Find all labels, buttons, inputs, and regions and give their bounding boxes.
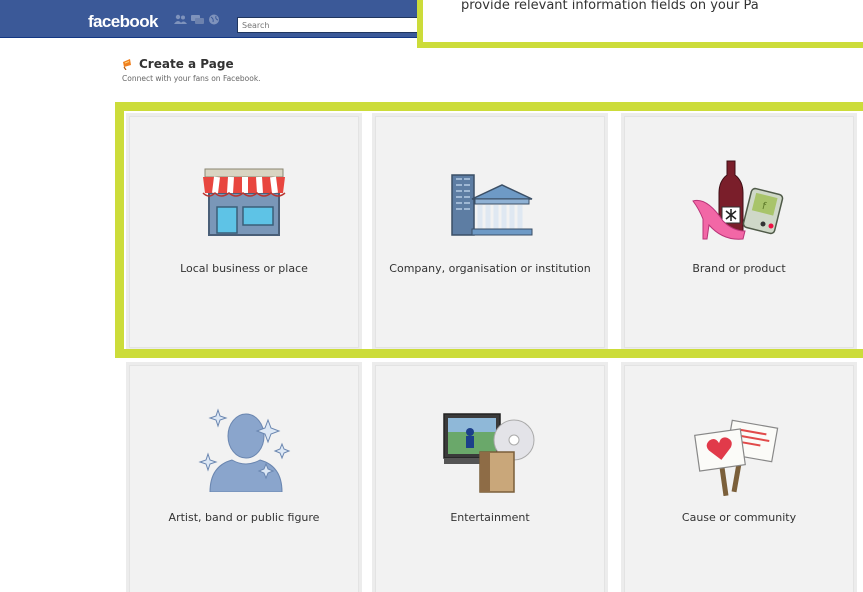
messages-icon[interactable] bbox=[191, 14, 204, 25]
media-icon bbox=[443, 413, 535, 493]
facebook-logo[interactable]: facebook bbox=[88, 12, 158, 32]
category-label: Cause or community bbox=[681, 511, 797, 524]
notifications-globe-icon[interactable] bbox=[208, 14, 221, 25]
placards-icon bbox=[694, 419, 779, 496]
category-entertainment[interactable]: Entertainment bbox=[375, 365, 605, 592]
friend-requests-icon[interactable] bbox=[174, 14, 187, 25]
search-input[interactable] bbox=[237, 17, 437, 33]
page-heading: Create a Page Connect with your fans on … bbox=[122, 57, 261, 83]
create-page-flag-icon bbox=[123, 58, 131, 70]
tutorial-callout: provide relevant information fields on y… bbox=[417, 0, 863, 48]
category-label: Entertainment bbox=[450, 511, 530, 524]
category-label: Artist, band or public figure bbox=[168, 511, 320, 524]
page-title: Create a Page bbox=[139, 57, 234, 71]
highlight-frame bbox=[115, 102, 863, 358]
page-subtitle: Connect with your fans on Facebook. bbox=[122, 74, 261, 83]
category-artist[interactable]: Artist, band or public figure bbox=[129, 365, 359, 592]
callout-text: provide relevant information fields on y… bbox=[461, 0, 759, 13]
category-cause[interactable]: Cause or community bbox=[624, 365, 854, 592]
silhouette-icon bbox=[198, 408, 291, 492]
